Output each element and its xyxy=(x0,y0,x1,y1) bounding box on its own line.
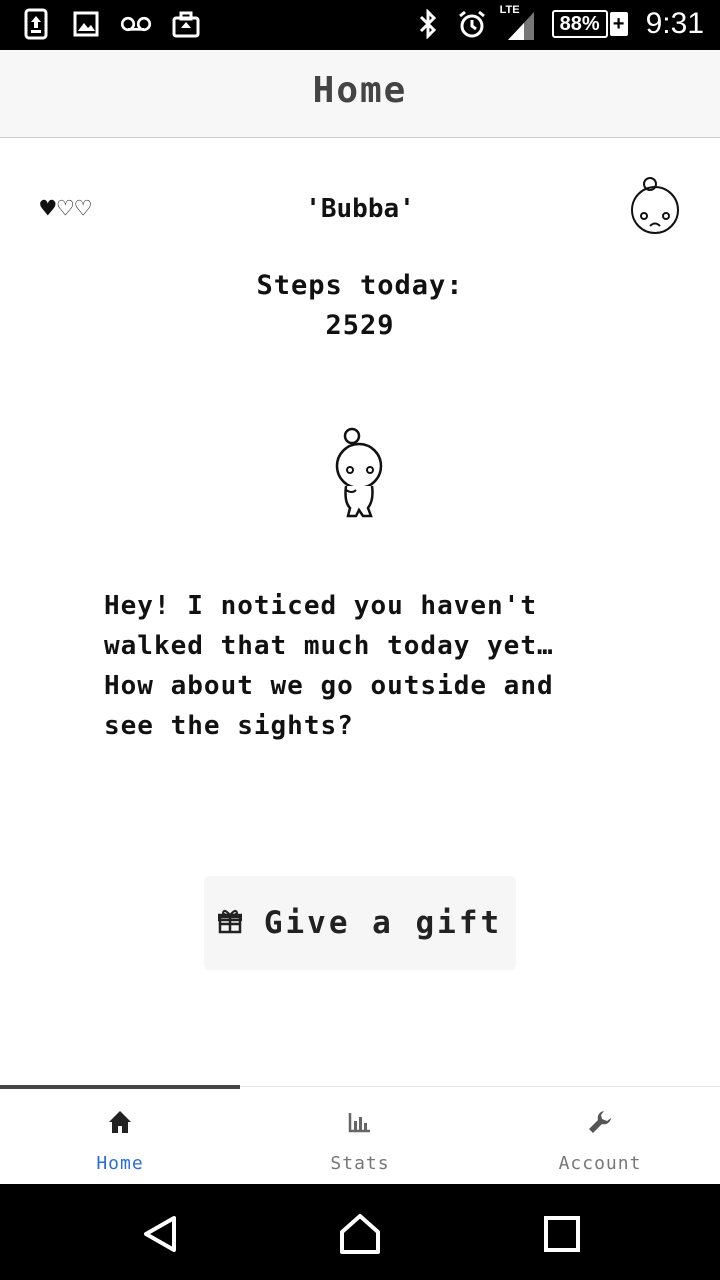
back-icon[interactable] xyxy=(138,1212,182,1256)
steps-count: 2529 xyxy=(325,310,395,341)
tab-home[interactable]: Home xyxy=(0,1087,240,1185)
battery-level: 88% xyxy=(551,10,608,38)
tab-account[interactable]: Account xyxy=(480,1087,720,1185)
steps-label: Steps today: xyxy=(256,270,464,301)
bar-chart-icon xyxy=(240,1109,480,1137)
charging-icon: + xyxy=(609,12,628,36)
voicemail-icon xyxy=(120,8,152,40)
clock: 9:31 xyxy=(645,7,704,40)
sad-face-icon xyxy=(628,174,684,238)
app-bar: Home xyxy=(0,50,720,138)
status-bar: LTE 88% + 9:31 xyxy=(0,0,720,50)
give-gift-button[interactable]: Give a gift xyxy=(204,876,516,970)
tab-stats-label: Stats xyxy=(330,1153,390,1174)
bottom-navigation: Home Stats Account xyxy=(0,1085,720,1185)
recents-icon[interactable] xyxy=(540,1212,584,1256)
alarm-icon xyxy=(456,8,488,40)
briefcase-icon xyxy=(170,8,202,40)
upload-icon xyxy=(20,8,52,40)
battery-indicator: 88% + xyxy=(551,10,628,38)
home-icon xyxy=(0,1109,240,1137)
give-gift-label: Give a gift xyxy=(263,905,503,941)
home-circle-icon[interactable] xyxy=(338,1212,382,1256)
pet-sprite xyxy=(330,426,390,520)
bluetooth-icon xyxy=(412,8,444,40)
wrench-icon xyxy=(480,1109,720,1137)
tab-home-label: Home xyxy=(96,1153,144,1174)
pet-name: 'Bubba' xyxy=(305,194,415,224)
tab-account-label: Account xyxy=(558,1153,642,1174)
signal-icon: LTE xyxy=(500,4,540,42)
tab-stats[interactable]: Stats xyxy=(240,1087,480,1185)
gift-icon xyxy=(217,908,243,938)
system-navigation-bar xyxy=(0,1184,720,1280)
page-title: Home xyxy=(312,70,408,111)
image-icon xyxy=(70,8,102,40)
pet-message: Hey! I noticed you haven't walked that m… xyxy=(104,591,554,741)
